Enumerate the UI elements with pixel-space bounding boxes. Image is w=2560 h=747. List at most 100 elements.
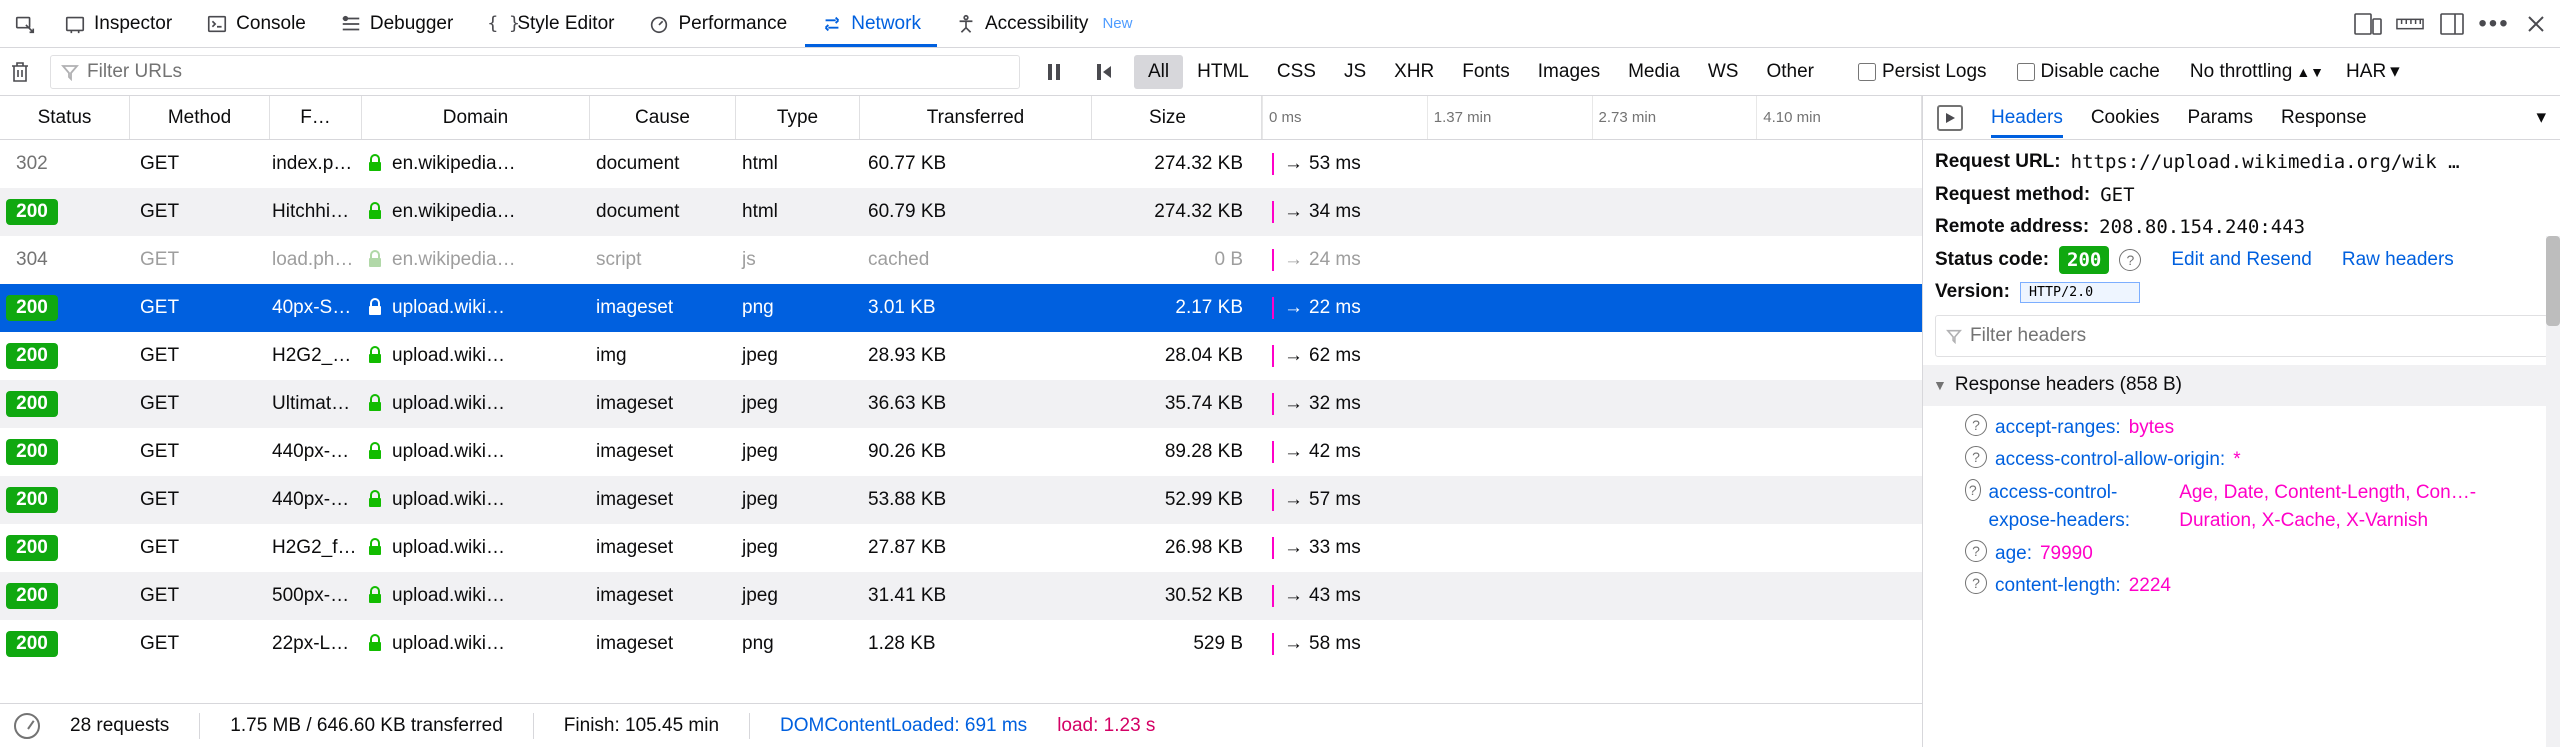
table-row[interactable]: 200GET440px-…upload.wiki…imagesetjpeg90.… <box>0 428 1922 476</box>
response-header-row: ?age: 79990 <box>1935 538 2548 571</box>
col-transferred[interactable]: Transferred <box>860 96 1092 139</box>
type-filter-js[interactable]: JS <box>1330 55 1380 89</box>
table-row[interactable]: 302GETindex.p…en.wikipedia…documenthtml6… <box>0 140 1922 188</box>
har-dropdown[interactable]: HAR ▾ <box>2346 60 2410 83</box>
timeline-tick: 0 ms <box>1262 96 1427 139</box>
table-row[interactable]: 200GET440px-…upload.wiki…imagesetjpeg53.… <box>0 476 1922 524</box>
help-icon[interactable]: ? <box>1965 414 1987 436</box>
help-icon[interactable]: ? <box>1965 479 1981 501</box>
tab-network[interactable]: Network <box>805 0 937 47</box>
load-time: load: 1.23 s <box>1057 715 1155 737</box>
table-row[interactable]: 200GET22px-L…upload.wiki…imagesetpng1.28… <box>0 620 1922 668</box>
status-text: 302 <box>6 153 48 174</box>
type-filter-ws[interactable]: WS <box>1694 55 1753 89</box>
help-icon[interactable]: ? <box>1965 572 1987 594</box>
response-header-row: ?access-control-expose-headers: Age, Dat… <box>1935 477 2548 538</box>
status-badge: 200 <box>6 391 58 417</box>
throttle-select[interactable]: No throttling ▲▼ <box>2190 61 2324 83</box>
pick-element-icon[interactable] <box>4 0 46 47</box>
request-method: GET <box>2100 181 2134 210</box>
response-header-row: ?accept-ranges: bytes <box>1935 412 2548 445</box>
type-filter-all[interactable]: All <box>1134 55 1183 89</box>
help-icon[interactable]: ? <box>1965 540 1987 562</box>
responsive-design-icon[interactable] <box>2354 10 2382 38</box>
tab-console[interactable]: Console <box>190 0 322 47</box>
step-icon[interactable] <box>1084 48 1124 95</box>
detail-tab-response[interactable]: Response <box>2281 107 2367 129</box>
dock-side-icon[interactable] <box>2438 10 2466 38</box>
table-row[interactable]: 200GET500px-…upload.wiki…imagesetjpeg31.… <box>0 572 1922 620</box>
col-timeline[interactable]: 0 ms1.37 min2.73 min4.10 min <box>1262 96 1922 139</box>
disable-cache-checkbox[interactable]: Disable cache <box>2017 61 2160 83</box>
col-size[interactable]: Size <box>1092 96 1262 139</box>
filter-headers-input[interactable]: Filter headers <box>1935 315 2548 358</box>
table-row[interactable]: 200GETH2G2_f…upload.wiki…imagesetjpeg27.… <box>0 524 1922 572</box>
clear-button[interactable] <box>0 48 40 95</box>
finish-time: Finish: 105.45 min <box>564 715 719 737</box>
ruler-icon[interactable] <box>2396 10 2424 38</box>
toggle-raw-icon[interactable] <box>1937 105 1963 131</box>
type-filter-html[interactable]: HTML <box>1183 55 1263 89</box>
type-filter-css[interactable]: CSS <box>1263 55 1330 89</box>
version-input[interactable] <box>2020 282 2140 303</box>
table-row[interactable]: 200GETH2G2_…upload.wiki…imgjpeg28.93 KB2… <box>0 332 1922 380</box>
type-filter-xhr[interactable]: XHR <box>1380 55 1448 89</box>
lock-icon <box>368 298 384 318</box>
request-table-body: 302GETindex.p…en.wikipedia…documenthtml6… <box>0 140 1922 703</box>
tab-performance[interactable]: Performance <box>632 0 803 47</box>
status-text: 304 <box>6 249 48 270</box>
tab-label: Network <box>851 13 921 35</box>
lock-icon <box>368 346 384 366</box>
status-code: 200 <box>2059 246 2109 275</box>
detail-tab-headers[interactable]: Headers <box>1991 107 2063 135</box>
table-header: Status Method F… Domain Cause Type Trans… <box>0 96 1922 140</box>
col-type[interactable]: Type <box>736 96 860 139</box>
help-icon[interactable]: ? <box>1965 446 1987 468</box>
timeline-tick: 2.73 min <box>1592 96 1757 139</box>
twisty-icon: ▼ <box>1933 375 1947 396</box>
tab-inspector[interactable]: Inspector <box>48 0 188 47</box>
col-domain[interactable]: Domain <box>362 96 590 139</box>
type-filter-fonts[interactable]: Fonts <box>1448 55 1524 89</box>
response-headers-section[interactable]: ▼ Response headers (858 B) <box>1923 365 2560 406</box>
filter-icon <box>61 63 79 81</box>
help-icon[interactable]: ? <box>2119 249 2141 271</box>
details-pane: Headers Cookies Params Response ▾ Reques… <box>1922 96 2560 747</box>
timeline-tick: 1.37 min <box>1427 96 1592 139</box>
url-filter-input[interactable]: Filter URLs <box>50 55 1020 89</box>
detail-tab-params[interactable]: Params <box>2187 107 2252 129</box>
more-icon[interactable]: ••• <box>2480 10 2508 38</box>
table-row[interactable]: 304GETload.ph…en.wikipedia…scriptjscache… <box>0 236 1922 284</box>
chevron-down-icon[interactable]: ▾ <box>2536 106 2546 129</box>
col-status[interactable]: Status <box>0 96 130 139</box>
table-row[interactable]: 200GETUltimat…upload.wiki…imagesetjpeg36… <box>0 380 1922 428</box>
type-filter-other[interactable]: Other <box>1752 55 1828 89</box>
response-header-row: ?content-length: 2224 <box>1935 570 2548 603</box>
remote-address: 208.80.154.240:443 <box>2099 213 2305 242</box>
raw-headers-link[interactable]: Raw headers <box>2342 246 2454 275</box>
tab-accessibility[interactable]: Accessibility New <box>939 0 1149 47</box>
pause-icon[interactable] <box>1034 48 1074 95</box>
updown-icon: ▲▼ <box>2296 64 2324 80</box>
lock-icon <box>368 586 384 606</box>
lock-icon <box>368 394 384 414</box>
edit-resend-link[interactable]: Edit and Resend <box>2171 246 2312 275</box>
persist-logs-checkbox[interactable]: Persist Logs <box>1858 61 1987 83</box>
perf-analysis-icon[interactable] <box>14 713 40 739</box>
detail-tab-cookies[interactable]: Cookies <box>2091 107 2160 129</box>
timeline-tick: 4.10 min <box>1756 96 1921 139</box>
type-filter-images[interactable]: Images <box>1524 55 1614 89</box>
col-method[interactable]: Method <box>130 96 270 139</box>
col-file[interactable]: F… <box>270 96 362 139</box>
table-row[interactable]: 200GET40px-S…upload.wiki…imagesetpng3.01… <box>0 284 1922 332</box>
lock-icon <box>368 250 384 270</box>
type-filter-media[interactable]: Media <box>1614 55 1694 89</box>
table-row[interactable]: 200GETHitchhi…en.wikipedia…documenthtml6… <box>0 188 1922 236</box>
tab-debugger[interactable]: Debugger <box>324 0 469 47</box>
tab-style-editor[interactable]: { } Style Editor <box>471 0 630 47</box>
status-badge: 200 <box>6 535 58 561</box>
devtools-tabs: Inspector Console Debugger { } Style Edi… <box>0 0 2560 48</box>
scrollbar[interactable] <box>2546 236 2560 747</box>
close-icon[interactable] <box>2522 10 2550 38</box>
col-cause[interactable]: Cause <box>590 96 736 139</box>
